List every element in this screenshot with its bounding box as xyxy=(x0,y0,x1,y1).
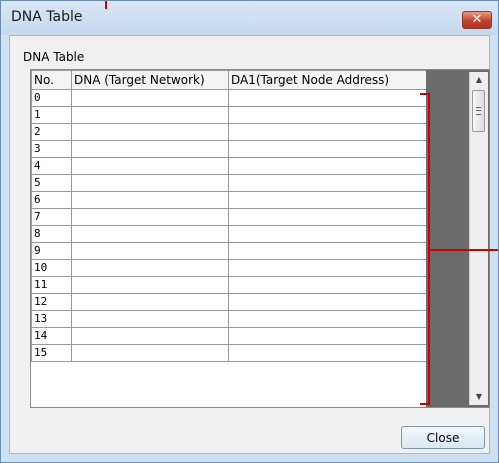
table-row[interactable]: 13 xyxy=(31,310,426,328)
table-row[interactable]: 6 xyxy=(31,191,426,209)
cell-dna[interactable] xyxy=(71,140,229,158)
cell-no: 15 xyxy=(31,344,72,362)
dna-table-group-label: DNA Table xyxy=(23,50,85,64)
table-row[interactable]: 7 xyxy=(31,208,426,226)
cell-da1[interactable] xyxy=(228,259,426,277)
cell-no: 10 xyxy=(31,259,72,277)
table-row[interactable]: 9 xyxy=(31,242,426,260)
cell-no: 13 xyxy=(31,310,72,328)
table-row[interactable]: 0 xyxy=(31,89,426,107)
dna-table: No. DNA (Target Network) DA1(Target Node… xyxy=(31,70,426,362)
close-icon[interactable]: ✕ xyxy=(462,11,492,29)
table-row[interactable]: 14 xyxy=(31,327,426,345)
cell-dna[interactable] xyxy=(71,242,229,260)
cell-no: 11 xyxy=(31,276,72,294)
scroll-up-icon[interactable]: ▲ xyxy=(470,72,488,88)
table-row[interactable]: 5 xyxy=(31,174,426,192)
annotation-mark xyxy=(105,1,107,9)
cell-no: 7 xyxy=(31,208,72,226)
cell-da1[interactable] xyxy=(228,106,426,124)
cell-da1[interactable] xyxy=(228,140,426,158)
cell-no: 8 xyxy=(31,225,72,243)
scrollbar-thumb[interactable] xyxy=(472,90,485,132)
column-header-dna[interactable]: DNA (Target Network) xyxy=(71,70,229,90)
window-title: DNA Table xyxy=(11,9,83,25)
cell-dna[interactable] xyxy=(71,106,229,124)
cell-no: 3 xyxy=(31,140,72,158)
cell-no: 1 xyxy=(31,106,72,124)
grip-icon xyxy=(476,107,481,115)
cell-no: 0 xyxy=(31,89,72,107)
cell-da1[interactable] xyxy=(228,242,426,260)
column-header-da1[interactable]: DA1(Target Node Address) xyxy=(228,70,426,90)
table-row[interactable]: 12 xyxy=(31,293,426,311)
vertical-scrollbar[interactable]: ▲ ▼ xyxy=(469,72,488,405)
cell-da1[interactable] xyxy=(228,293,426,311)
cell-dna[interactable] xyxy=(71,327,229,345)
cell-dna[interactable] xyxy=(71,89,229,107)
scroll-down-icon[interactable]: ▼ xyxy=(470,389,488,405)
cell-da1[interactable] xyxy=(228,327,426,345)
cell-no: 2 xyxy=(31,123,72,141)
table-row[interactable]: 4 xyxy=(31,157,426,175)
table-row[interactable]: 8 xyxy=(31,225,426,243)
table-row[interactable]: 3 xyxy=(31,140,426,158)
cell-da1[interactable] xyxy=(228,157,426,175)
cell-da1[interactable] xyxy=(228,310,426,328)
cell-no: 9 xyxy=(31,242,72,260)
cell-dna[interactable] xyxy=(71,276,229,294)
cell-da1[interactable] xyxy=(228,208,426,226)
cell-dna[interactable] xyxy=(71,208,229,226)
table-viewport: No. DNA (Target Network) DA1(Target Node… xyxy=(31,70,426,407)
cell-dna[interactable] xyxy=(71,310,229,328)
cell-no: 4 xyxy=(31,157,72,175)
annotation-leader-line xyxy=(430,249,498,251)
cell-no: 5 xyxy=(31,174,72,192)
cell-dna[interactable] xyxy=(71,293,229,311)
cell-da1[interactable] xyxy=(228,89,426,107)
cell-no: 12 xyxy=(31,293,72,311)
cell-da1[interactable] xyxy=(228,276,426,294)
cell-da1[interactable] xyxy=(228,344,426,362)
cell-dna[interactable] xyxy=(71,123,229,141)
cell-dna[interactable] xyxy=(71,344,229,362)
cell-da1[interactable] xyxy=(228,123,426,141)
cell-da1[interactable] xyxy=(228,225,426,243)
table-row[interactable]: 15 xyxy=(31,344,426,362)
column-header-no[interactable]: No. xyxy=(31,70,72,90)
cell-dna[interactable] xyxy=(71,174,229,192)
cell-dna[interactable] xyxy=(71,259,229,277)
table-row[interactable]: 1 xyxy=(31,106,426,124)
annotation-bracket xyxy=(420,93,430,405)
cell-da1[interactable] xyxy=(228,191,426,209)
table-body: 0 1 2 3 4 5 6 7 8 9 10 11 12 13 14 15 xyxy=(31,89,426,362)
cell-dna[interactable] xyxy=(71,191,229,209)
header-row: No. DNA (Target Network) DA1(Target Node… xyxy=(31,70,426,90)
cell-dna[interactable] xyxy=(71,225,229,243)
cell-no: 6 xyxy=(31,191,72,209)
dna-table-dialog: DNA Table ✕ DNA Table No. DNA (Target Ne… xyxy=(0,0,499,463)
cell-no: 14 xyxy=(31,327,72,345)
close-button[interactable]: Close xyxy=(401,426,485,449)
cell-da1[interactable] xyxy=(228,174,426,192)
table-row[interactable]: 11 xyxy=(31,276,426,294)
cell-dna[interactable] xyxy=(71,157,229,175)
table-row[interactable]: 2 xyxy=(31,123,426,141)
table-row[interactable]: 10 xyxy=(31,259,426,277)
title-bar[interactable]: DNA Table ✕ xyxy=(1,1,498,35)
